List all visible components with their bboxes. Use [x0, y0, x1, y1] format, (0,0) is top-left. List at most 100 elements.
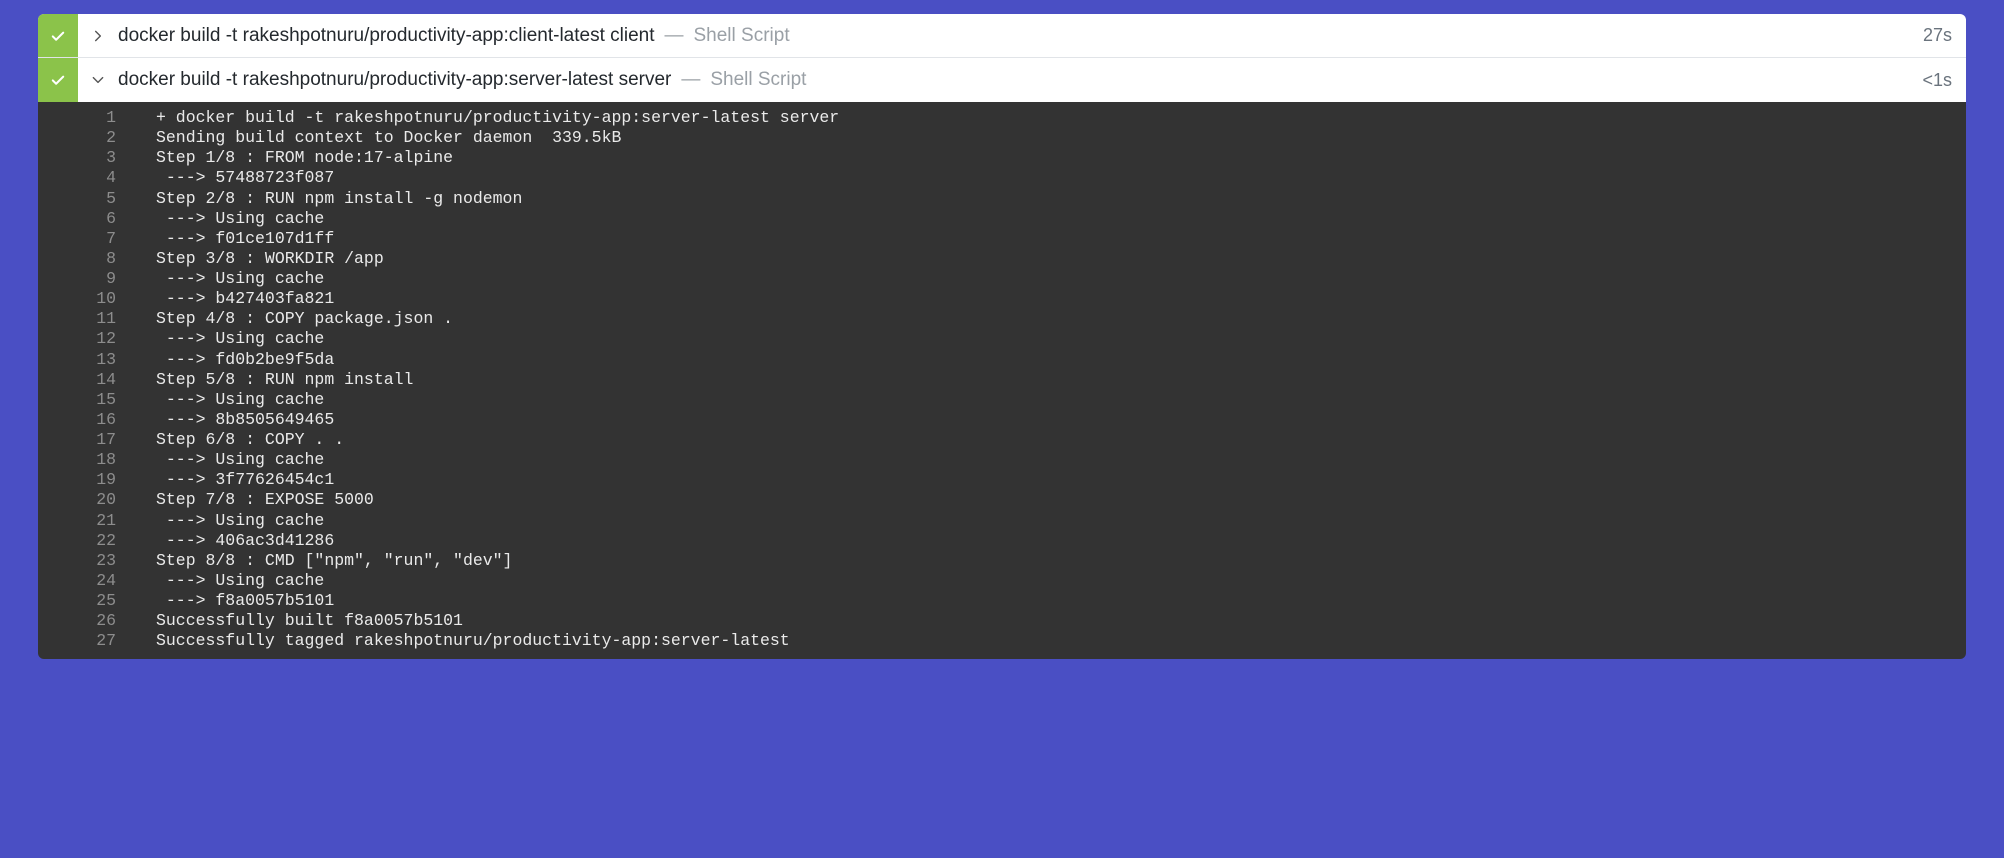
console-line: 26Successfully built f8a0057b5101 [38, 611, 1966, 631]
line-text: ---> 8b8505649465 [156, 410, 1966, 430]
console-line: 18 ---> Using cache [38, 450, 1966, 470]
line-text: ---> Using cache [156, 209, 1966, 229]
console-line: 7 ---> f01ce107d1ff [38, 229, 1966, 249]
line-number: 6 [38, 209, 156, 229]
console-line: 15 ---> Using cache [38, 390, 1966, 410]
line-text: Step 1/8 : FROM node:17-alpine [156, 148, 1966, 168]
line-text: Step 4/8 : COPY package.json . [156, 309, 1966, 329]
line-number: 15 [38, 390, 156, 410]
build-step-row[interactable]: docker build -t rakeshpotnuru/productivi… [38, 58, 1966, 102]
console-line: 5Step 2/8 : RUN npm install -g nodemon [38, 189, 1966, 209]
line-number: 3 [38, 148, 156, 168]
line-number: 4 [38, 168, 156, 188]
console-line: 10 ---> b427403fa821 [38, 289, 1966, 309]
line-number: 21 [38, 511, 156, 531]
line-text: Step 3/8 : WORKDIR /app [156, 249, 1966, 269]
build-steps-panel: docker build -t rakeshpotnuru/productivi… [38, 14, 1966, 659]
line-number: 20 [38, 490, 156, 510]
step-command: docker build -t rakeshpotnuru/productivi… [118, 69, 671, 91]
step-dash: — [665, 25, 684, 47]
console-line: 22 ---> 406ac3d41286 [38, 531, 1966, 551]
line-text: ---> Using cache [156, 571, 1966, 591]
line-number: 18 [38, 450, 156, 470]
line-text: ---> Using cache [156, 450, 1966, 470]
line-text: ---> 406ac3d41286 [156, 531, 1966, 551]
line-number: 27 [38, 631, 156, 651]
console-line: 20Step 7/8 : EXPOSE 5000 [38, 490, 1966, 510]
console-line: 6 ---> Using cache [38, 209, 1966, 229]
console-line: 25 ---> f8a0057b5101 [38, 591, 1966, 611]
check-icon [49, 71, 67, 89]
line-text: ---> Using cache [156, 329, 1966, 349]
line-text: Step 7/8 : EXPOSE 5000 [156, 490, 1966, 510]
console-line: 3Step 1/8 : FROM node:17-alpine [38, 148, 1966, 168]
status-success-icon [38, 58, 78, 102]
step-title: docker build -t rakeshpotnuru/productivi… [118, 58, 1908, 102]
line-number: 12 [38, 329, 156, 349]
line-number: 10 [38, 289, 156, 309]
console-line: 8Step 3/8 : WORKDIR /app [38, 249, 1966, 269]
line-number: 14 [38, 370, 156, 390]
chevron-right-icon [91, 29, 105, 43]
line-text: ---> Using cache [156, 269, 1966, 289]
expand-toggle[interactable] [78, 14, 118, 57]
status-success-icon [38, 14, 78, 57]
step-command: docker build -t rakeshpotnuru/productivi… [118, 25, 655, 47]
console-line: 4 ---> 57488723f087 [38, 168, 1966, 188]
line-number: 5 [38, 189, 156, 209]
console-line: 19 ---> 3f77626454c1 [38, 470, 1966, 490]
step-kind: Shell Script [694, 25, 790, 47]
line-text: ---> fd0b2be9f5da [156, 350, 1966, 370]
console-line: 13 ---> fd0b2be9f5da [38, 350, 1966, 370]
line-number: 8 [38, 249, 156, 269]
line-text: Successfully tagged rakeshpotnuru/produc… [156, 631, 1966, 651]
step-duration: 27s [1909, 14, 1966, 57]
line-number: 25 [38, 591, 156, 611]
line-text: ---> 3f77626454c1 [156, 470, 1966, 490]
console-line: 17Step 6/8 : COPY . . [38, 430, 1966, 450]
line-number: 13 [38, 350, 156, 370]
line-number: 26 [38, 611, 156, 631]
line-number: 1 [38, 108, 156, 128]
line-text: Sending build context to Docker daemon 3… [156, 128, 1966, 148]
step-kind: Shell Script [710, 69, 806, 91]
line-number: 23 [38, 551, 156, 571]
step-dash: — [681, 69, 700, 91]
line-text: ---> f01ce107d1ff [156, 229, 1966, 249]
console-line: 23Step 8/8 : CMD ["npm", "run", "dev"] [38, 551, 1966, 571]
build-step-row[interactable]: docker build -t rakeshpotnuru/productivi… [38, 14, 1966, 58]
line-text: ---> 57488723f087 [156, 168, 1966, 188]
line-number: 24 [38, 571, 156, 591]
console-line: 21 ---> Using cache [38, 511, 1966, 531]
console-line: 16 ---> 8b8505649465 [38, 410, 1966, 430]
line-text: Step 5/8 : RUN npm install [156, 370, 1966, 390]
check-icon [49, 27, 67, 45]
line-text: ---> b427403fa821 [156, 289, 1966, 309]
line-text: Step 6/8 : COPY . . [156, 430, 1966, 450]
line-number: 11 [38, 309, 156, 329]
console-line: 12 ---> Using cache [38, 329, 1966, 349]
line-number: 2 [38, 128, 156, 148]
console-line: 11Step 4/8 : COPY package.json . [38, 309, 1966, 329]
console-output: 1+ docker build -t rakeshpotnuru/product… [38, 102, 1966, 659]
console-line: 2Sending build context to Docker daemon … [38, 128, 1966, 148]
console-line: 24 ---> Using cache [38, 571, 1966, 591]
line-text: ---> Using cache [156, 390, 1966, 410]
expand-toggle[interactable] [78, 58, 118, 102]
console-line: 9 ---> Using cache [38, 269, 1966, 289]
line-number: 22 [38, 531, 156, 551]
console-line: 27Successfully tagged rakeshpotnuru/prod… [38, 631, 1966, 651]
line-number: 9 [38, 269, 156, 289]
line-text: ---> Using cache [156, 511, 1966, 531]
step-duration: <1s [1908, 58, 1966, 102]
line-number: 7 [38, 229, 156, 249]
step-title: docker build -t rakeshpotnuru/productivi… [118, 14, 1909, 57]
line-text: ---> f8a0057b5101 [156, 591, 1966, 611]
line-text: + docker build -t rakeshpotnuru/producti… [156, 108, 1966, 128]
line-number: 17 [38, 430, 156, 450]
line-number: 16 [38, 410, 156, 430]
console-line: 14Step 5/8 : RUN npm install [38, 370, 1966, 390]
line-number: 19 [38, 470, 156, 490]
line-text: Successfully built f8a0057b5101 [156, 611, 1966, 631]
line-text: Step 8/8 : CMD ["npm", "run", "dev"] [156, 551, 1966, 571]
